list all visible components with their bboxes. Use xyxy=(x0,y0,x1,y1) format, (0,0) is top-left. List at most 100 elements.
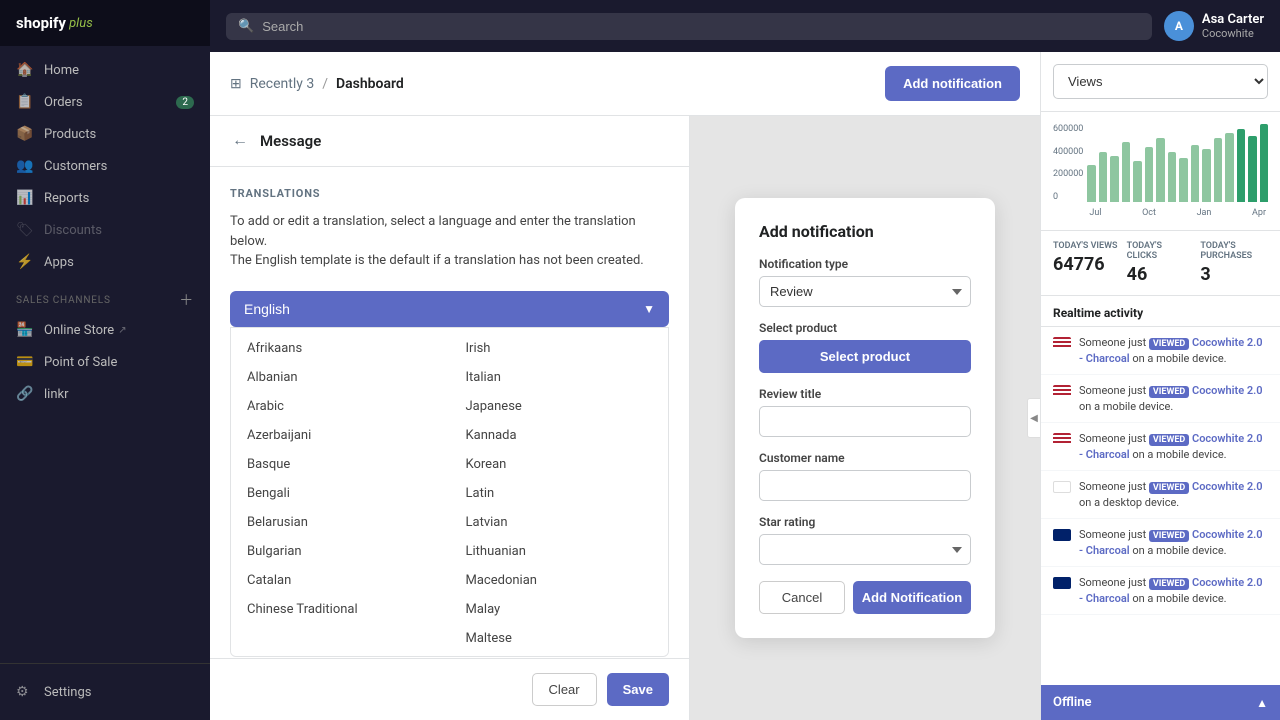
y-label-200k: 200000 xyxy=(1053,169,1083,179)
offline-bar[interactable]: Offline ▲ xyxy=(1041,685,1280,720)
notification-type-label: Notification type xyxy=(759,257,971,271)
panel-body: TRANSLATIONS To add or edit a translatio… xyxy=(210,167,689,658)
lang-arabic[interactable]: Arabic xyxy=(231,392,450,421)
star-rating-group: Star rating xyxy=(759,515,971,565)
customer-name-input[interactable] xyxy=(759,470,971,501)
lang-afrikaans[interactable]: Afrikaans xyxy=(231,334,450,363)
save-button[interactable]: Save xyxy=(607,673,669,706)
modal-actions: Cancel Add Notification xyxy=(759,581,971,614)
add-channel-icon[interactable]: ＋ xyxy=(179,290,194,310)
lang-bulgarian[interactable]: Bulgarian xyxy=(231,537,450,566)
user-store: Cocowhite xyxy=(1202,27,1264,40)
lang-chinese-traditional[interactable]: Chinese Traditional xyxy=(231,595,450,624)
clear-button[interactable]: Clear xyxy=(532,673,597,706)
breadcrumb-parent[interactable]: Recently 3 xyxy=(250,76,314,92)
translations-heading: TRANSLATIONS xyxy=(230,187,669,200)
add-notification-modal-button[interactable]: Add Notification xyxy=(853,581,971,614)
cancel-button[interactable]: Cancel xyxy=(759,581,845,614)
collapse-handle[interactable]: ◀ xyxy=(1027,398,1040,438)
customer-name-label: Customer name xyxy=(759,451,971,465)
lang-basque[interactable]: Basque xyxy=(231,450,450,479)
sales-channels-section: SALES CHANNELS ＋ xyxy=(0,278,210,314)
language-dropdown-button[interactable]: English ▼ xyxy=(230,291,669,327)
sidebar-item-customers[interactable]: 👥 Customers xyxy=(0,150,210,182)
sidebar-item-linkr[interactable]: 🔗 linkr xyxy=(0,378,210,410)
page-content: ⊞ Recently 3 / Dashboard Add notificatio… xyxy=(210,52,1040,720)
bar-8 xyxy=(1179,158,1187,202)
lang-belarusian[interactable]: Belarusian xyxy=(231,508,450,537)
search-box[interactable]: 🔍 xyxy=(226,13,1152,40)
left-panel: ← Message TRANSLATIONS To add or edit a … xyxy=(210,116,690,720)
lang-azerbaijani[interactable]: Azerbaijani xyxy=(231,421,450,450)
add-notification-button[interactable]: Add notification xyxy=(885,66,1020,101)
lang-albanian[interactable]: Albanian xyxy=(231,363,450,392)
breadcrumb: ⊞ Recently 3 / Dashboard xyxy=(230,76,404,92)
lang-korean[interactable]: Korean xyxy=(450,450,669,479)
sidebar-item-orders[interactable]: 📋 Orders 2 xyxy=(0,86,210,118)
select-product-button[interactable]: Select product xyxy=(759,340,971,373)
lang-macedonian[interactable]: Macedonian xyxy=(450,566,669,595)
lang-japanese[interactable]: Japanese xyxy=(450,392,669,421)
lang-latvian[interactable]: Latvian xyxy=(450,508,669,537)
y-label-400k: 400000 xyxy=(1053,147,1083,157)
selected-language-label: English xyxy=(244,301,290,317)
stat-purchases-label: TODAY'S PURCHASES xyxy=(1200,241,1268,261)
notification-type-select[interactable]: Review xyxy=(759,276,971,307)
panel-title: Message xyxy=(260,132,321,150)
stat-clicks: TODAY'S CLICKS 46 xyxy=(1127,241,1195,285)
user-details: Asa Carter Cocowhite xyxy=(1202,12,1264,40)
sidebar-bottom: ⚙ Settings xyxy=(0,663,210,720)
star-rating-select[interactable] xyxy=(759,534,971,565)
sidebar: shopify plus 🏠 Home 📋 Orders 2 📦 Product… xyxy=(0,0,210,720)
sidebar-item-point-of-sale[interactable]: 💳 Point of Sale xyxy=(0,346,210,378)
sidebar-item-apps[interactable]: ⚡ Apps xyxy=(0,246,210,278)
apps-icon: ⚡ xyxy=(16,254,34,270)
lang-malay[interactable]: Malay xyxy=(450,595,669,624)
lang-irish[interactable]: Irish xyxy=(450,334,669,363)
lang-catalan[interactable]: Catalan xyxy=(231,566,450,595)
sidebar-item-label: Reports xyxy=(44,191,89,206)
realtime-section: Realtime activity Someone just VIEWED Co… xyxy=(1041,296,1280,685)
sidebar-item-products[interactable]: 📦 Products xyxy=(0,118,210,150)
discounts-icon: 🏷 xyxy=(16,222,34,238)
page-body: ← Message TRANSLATIONS To add or edit a … xyxy=(210,116,1040,720)
review-title-group: Review title xyxy=(759,387,971,437)
sales-channels-label: SALES CHANNELS xyxy=(16,295,111,306)
search-icon: 🔍 xyxy=(238,19,254,34)
views-select[interactable]: Views xyxy=(1053,64,1268,99)
back-button[interactable]: ← xyxy=(230,130,250,152)
sidebar-item-settings[interactable]: ⚙ Settings xyxy=(16,676,194,708)
flag-uk xyxy=(1053,529,1071,541)
x-label-oct: Oct xyxy=(1142,208,1156,218)
y-label-0: 0 xyxy=(1053,192,1083,202)
sidebar-item-online-store[interactable]: 🏪 Online Store ↗ xyxy=(0,314,210,346)
lang-bengali[interactable]: Bengali xyxy=(231,479,450,508)
flag-us xyxy=(1053,385,1071,397)
user-info[interactable]: A Asa Carter Cocowhite xyxy=(1164,11,1264,41)
sidebar-item-reports[interactable]: 📊 Reports xyxy=(0,182,210,214)
lang-latin[interactable]: Latin xyxy=(450,479,669,508)
breadcrumb-grid-icon: ⊞ xyxy=(230,76,242,92)
bar-7 xyxy=(1168,152,1176,202)
sidebar-item-label: linkr xyxy=(44,387,69,402)
sidebar-item-label: Products xyxy=(44,127,96,142)
translations-description: To add or edit a translation, select a l… xyxy=(230,212,669,271)
activity-list: Someone just VIEWED Cocowhite 2.0 - Char… xyxy=(1041,327,1280,615)
search-input[interactable] xyxy=(262,19,1140,34)
bar-0 xyxy=(1087,165,1095,202)
bar-12 xyxy=(1225,133,1233,202)
bar-14 xyxy=(1248,136,1256,202)
panel-footer: Clear Save xyxy=(210,658,689,720)
review-title-label: Review title xyxy=(759,387,971,401)
stat-clicks-label: TODAY'S CLICKS xyxy=(1127,241,1195,261)
x-label-apr: Apr xyxy=(1252,208,1266,218)
lang-kannada[interactable]: Kannada xyxy=(450,421,669,450)
lang-italian[interactable]: Italian xyxy=(450,363,669,392)
lang-maltese[interactable]: Maltese xyxy=(450,624,669,653)
review-title-input[interactable] xyxy=(759,406,971,437)
lang-lithuanian[interactable]: Lithuanian xyxy=(450,537,669,566)
activity-text: Someone just VIEWED Cocowhite 2.0 on a m… xyxy=(1079,383,1268,414)
sidebar-item-home[interactable]: 🏠 Home xyxy=(0,54,210,86)
sidebar-item-discounts[interactable]: 🏷 Discounts xyxy=(0,214,210,246)
right-panel: Views 0 200000 400000 600000 Jul xyxy=(1040,52,1280,720)
